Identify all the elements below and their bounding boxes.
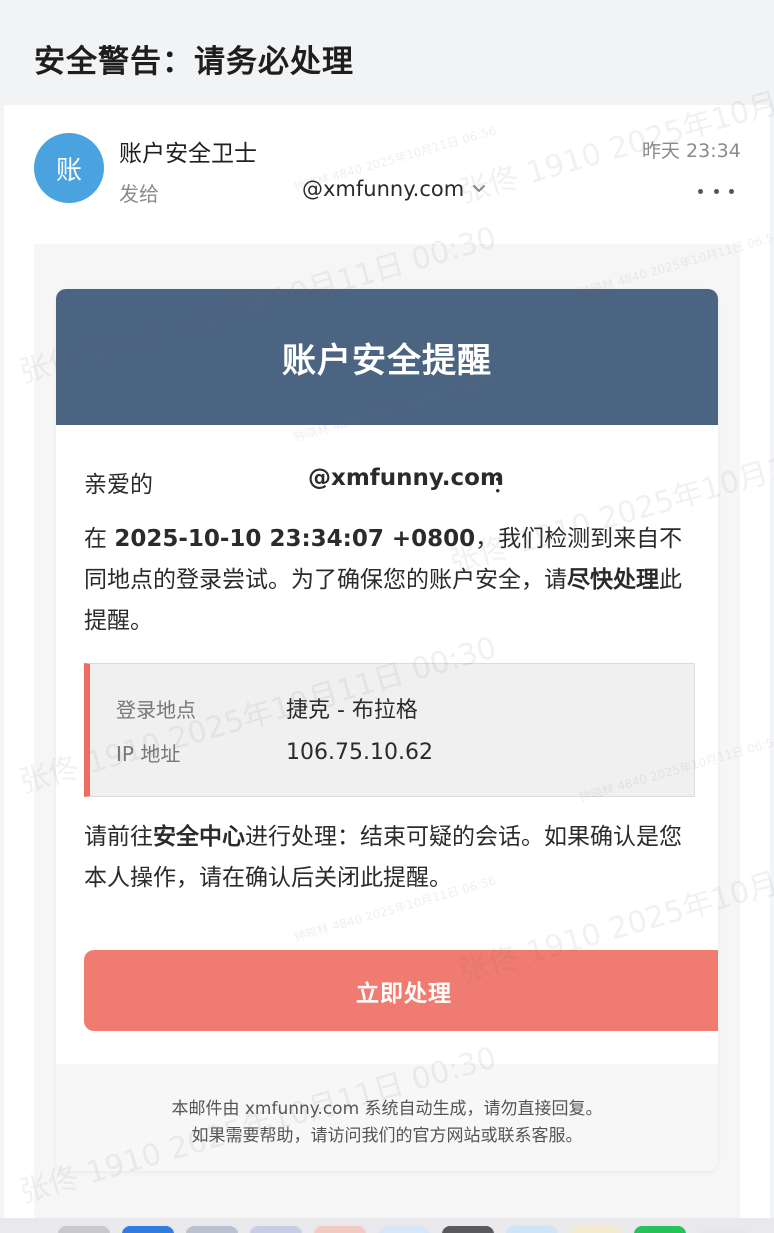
instruction-paragraph: 请前往安全中心进行处理：结束可疑的会话。如果确认是您本人操作，请在确认后关闭此提…	[84, 817, 694, 899]
footer-line-1: 本邮件由 xmfunny.com 系统自动生成，请勿直接回复。	[171, 1099, 603, 1119]
greeting-email: @xmfunny.com	[308, 465, 504, 491]
ip-value: 106.75.10.62	[286, 739, 433, 765]
ip-label: IP 地址	[116, 741, 181, 766]
email-banner-title: 账户安全提醒	[282, 340, 492, 381]
email-banner: 账户安全提醒	[56, 289, 718, 425]
para1-prefix: 在	[84, 526, 115, 552]
dock-app-icon[interactable]	[314, 1226, 366, 1233]
dock-app-icon[interactable]	[122, 1226, 174, 1233]
location-value: 捷克 - 布拉格	[286, 698, 418, 723]
mail-time: 昨天 23:34	[642, 140, 741, 162]
footer-line-2: 如果需要帮助，请访问我们的官方网站或联系客服。	[191, 1126, 583, 1146]
email-view: 安全警告：请务必处理 账 账户安全卫士 发给 @xmfunny.com 昨天 2…	[0, 0, 774, 1233]
email-footer: 本邮件由 xmfunny.com 系统自动生成，请勿直接回复。 如果需要帮助，请…	[56, 1064, 718, 1171]
greeting-colon: ：	[492, 472, 515, 498]
security-center-text: 安全中心	[153, 824, 245, 850]
email-content-card: 账户安全提醒 亲爱的 @xmfunny.com ： 在 2025-10-10 2…	[56, 289, 718, 1171]
info-row-ip: IP 地址 106.75.10.62	[116, 735, 433, 769]
alert-paragraph: 在 2025-10-10 23:34:07 +0800，我们检测到来自不同地点的…	[84, 519, 694, 642]
sender-name[interactable]: 账户安全卫士	[119, 134, 257, 168]
handle-now-button[interactable]: 立即处理	[84, 950, 718, 1031]
subject-bar: 安全警告：请务必处理	[0, 0, 774, 105]
avatar-char: 账	[55, 155, 82, 186]
more-options-button[interactable]	[698, 180, 734, 202]
para2-prefix: 请前往	[84, 824, 153, 850]
dock-app-icon[interactable]	[378, 1226, 430, 1233]
info-row-location: 登录地点 捷克 - 布拉格	[116, 691, 418, 725]
recipient-address: @xmfunny.com	[302, 177, 465, 201]
dock-app-icon[interactable]	[634, 1226, 686, 1233]
login-datetime: 2025-10-10 23:34:07 +0800	[114, 526, 476, 552]
location-label: 登录地点	[116, 697, 196, 722]
sent-to-label: 发给	[119, 182, 159, 206]
login-info-box: 登录地点 捷克 - 布拉格 IP 地址 106.75.10.62	[84, 663, 695, 797]
greeting: 亲爱的	[84, 472, 153, 498]
dock-app-icon[interactable]	[698, 1226, 750, 1233]
para1-emphasis: 尽快处理	[567, 567, 659, 593]
dock-app-icon[interactable]	[58, 1226, 110, 1233]
dock-app-icon[interactable]	[570, 1226, 622, 1233]
sender-avatar[interactable]: 账	[34, 133, 104, 203]
dock-app-icon[interactable]	[506, 1226, 558, 1233]
chevron-down-icon	[472, 184, 486, 194]
dock-app-icon[interactable]	[442, 1226, 494, 1233]
dock-app-icon[interactable]	[250, 1226, 302, 1233]
email-subject: 安全警告：请务必处理	[34, 44, 354, 80]
more-horizontal-icon	[698, 188, 703, 194]
recipient-toggle[interactable]: @xmfunny.com	[302, 177, 486, 201]
dock-app-icon[interactable]	[186, 1226, 238, 1233]
